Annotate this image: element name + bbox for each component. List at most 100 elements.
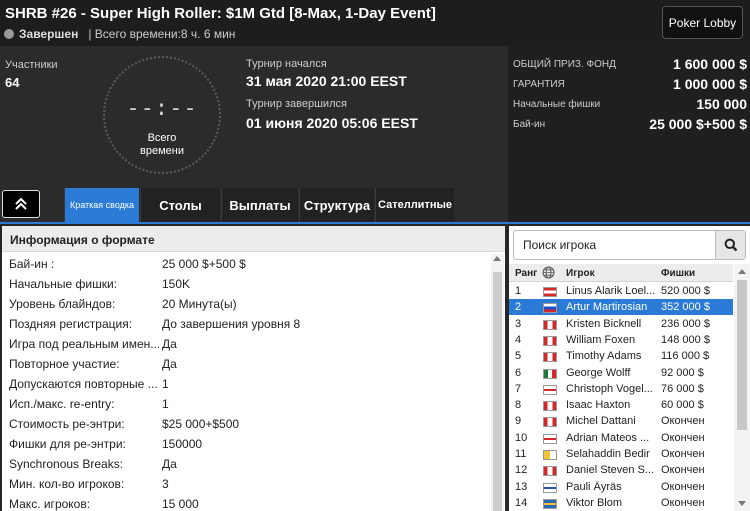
tab-payouts[interactable]: Выплаты (221, 188, 298, 222)
total-time: | Всего времени:8 ч. 6 мин (88, 27, 236, 41)
player-rank: 1 (515, 285, 522, 297)
player-chips: Окончен (661, 496, 705, 509)
player-row[interactable]: 6 George Wolff 92 000 $ (509, 365, 733, 381)
player-row[interactable]: 12 Daniel Steven S... Окончен (509, 462, 733, 478)
player-name: Pauli Äyräs (566, 480, 622, 493)
player-row[interactable]: 10 Adrian Mateos ... Окончен (509, 430, 733, 446)
player-chips: Окончен (661, 480, 705, 493)
player-chips: 520 000 $ (661, 285, 710, 297)
player-rank: 10 (515, 431, 528, 444)
clock-label-line-1: Всего (147, 132, 177, 144)
tab-structure[interactable]: Структура (299, 188, 374, 222)
guarantee-value: 1 000 000 $ (673, 76, 747, 92)
player-rank: 14 (515, 496, 528, 509)
player-rank: 8 (515, 399, 522, 412)
player-search-input[interactable] (514, 231, 714, 259)
player-chips: 352 000 $ (661, 301, 710, 314)
scroll-up-arrow-icon[interactable] (493, 256, 501, 261)
prize-pool-value: 1 600 000 $ (673, 56, 747, 72)
players-scroll-thumb[interactable] (737, 280, 747, 430)
player-search-box (513, 230, 746, 260)
player-row[interactable]: 3 Kristen Bicknell 236 000 $ (509, 316, 733, 332)
status-dot-icon (4, 29, 14, 39)
format-info-panel: Информация о формате Бай-ин : 25 000 $+50… (2, 226, 505, 511)
collapse-button[interactable] (2, 190, 40, 218)
player-rank: 6 (515, 366, 522, 379)
player-name: Daniel Steven S... (566, 464, 655, 477)
player-row[interactable]: 11 Selahaddin Bedir Окончен (509, 446, 733, 462)
column-chips[interactable]: Фишки (661, 268, 695, 279)
format-row: Допускаются повторные ... 1 (2, 374, 490, 394)
player-rank: 12 (515, 464, 528, 477)
player-name: Selahaddin Bedir (566, 448, 650, 460)
tab-summary[interactable]: Краткая сводка (64, 188, 139, 222)
format-value: 150000 (162, 437, 203, 451)
flag-icon (543, 368, 557, 379)
flag-icon (543, 433, 557, 444)
scroll-down-arrow-icon[interactable] (738, 501, 746, 506)
info-band: Участники 64 --:-- Всего времени Турнир … (0, 46, 750, 222)
format-row: Повторное участие: Да (2, 354, 490, 374)
tab-satellites[interactable]: Сателлитные (375, 188, 454, 222)
player-row[interactable]: 4 William Foxen 148 000 $ (509, 332, 733, 348)
player-row[interactable]: 7 Christoph Vogel... 76 000 $ (509, 381, 733, 397)
player-name: Adrian Mateos ... (566, 431, 650, 444)
format-row: Уровень блайндов: 20 Минута(ы) (2, 294, 490, 314)
format-value: $25 000+$500 (162, 417, 240, 431)
players-table-header: Ранг Игрок Фишки (509, 264, 733, 282)
player-chips: 148 000 $ (661, 333, 710, 346)
player-chips: 76 000 $ (661, 382, 704, 395)
format-row: Исп./макс. re-entry: 1 (2, 394, 490, 414)
player-row[interactable]: 14 Viktor Blom Окончен (509, 495, 733, 511)
format-scroll-thumb[interactable] (493, 272, 502, 511)
player-row[interactable]: 13 Pauli Äyräs Окончен (509, 479, 733, 495)
player-chips: 236 000 $ (661, 317, 710, 330)
player-row[interactable]: 9 Michel Dattani Окончен (509, 413, 733, 429)
prize-row: ОБЩИЙ ПРИЗ. ФОНД 1 600 000 $ (513, 56, 747, 74)
buyin-label: Бай-ин (513, 119, 546, 130)
tab-tables[interactable]: Столы (140, 188, 220, 222)
search-button[interactable] (715, 231, 745, 259)
clock-label-line-2: времени (140, 145, 184, 157)
poker-lobby-button[interactable]: Poker Lobby (662, 6, 743, 39)
tournament-title: SHRB #26 - Super High Roller: $1M Gtd [8… (5, 5, 436, 22)
format-row: Игра под реальным имен... Да (2, 334, 490, 354)
column-rank[interactable]: Ранг (515, 268, 537, 279)
clock-dial: --:-- Всего времени (103, 56, 221, 174)
format-row: Synchronous Breaks: Да (2, 454, 490, 474)
player-chips: Окончен (661, 415, 705, 428)
format-scrollbar[interactable] (491, 254, 504, 511)
format-key: Начальные фишки: (9, 277, 118, 291)
player-row[interactable]: 5 Timothy Adams 116 000 $ (509, 348, 733, 364)
flag-icon (543, 482, 557, 493)
column-player[interactable]: Игрок (566, 268, 595, 279)
participants-label: Участники (5, 59, 58, 71)
status-line: Завершен | Всего времени:8 ч. 6 мин (4, 27, 235, 41)
player-rank: 13 (515, 480, 528, 493)
player-rank: 7 (515, 382, 522, 395)
status-text: Завершен (19, 27, 79, 41)
format-key: Поздняя регистрация: (9, 317, 133, 331)
flag-icon (543, 450, 557, 460)
clock-label: Всего времени (105, 132, 219, 158)
format-value: Да (162, 337, 177, 351)
flag-icon (543, 335, 557, 346)
format-key: Бай-ин : (9, 257, 55, 271)
format-value: 15 000 (162, 497, 199, 511)
format-value: До завершения уровня 8 (162, 317, 301, 331)
player-name: Michel Dattani (566, 415, 636, 428)
player-row[interactable]: 8 Isaac Haxton 60 000 $ (509, 397, 733, 413)
player-chips: Окончен (661, 464, 705, 477)
tournament-lobby-window: SHRB #26 - Super High Roller: $1M Gtd [8… (0, 0, 750, 511)
search-icon (724, 238, 737, 252)
participants-value: 64 (5, 75, 20, 90)
format-panel-title: Информация о формате (2, 226, 505, 252)
player-row[interactable]: 1 Linus Alarik Loel... 520 000 $ (509, 283, 733, 299)
tab-underline (0, 222, 750, 224)
players-scrollbar[interactable] (734, 264, 750, 511)
player-row[interactable]: 2 Artur Martirosian 352 000 $ (509, 299, 733, 316)
info-left: Участники 64 --:-- Всего времени Турнир … (0, 46, 507, 222)
globe-icon[interactable] (542, 266, 555, 282)
scroll-up-arrow-icon[interactable] (738, 269, 746, 274)
format-value: 25 000 $+500 $ (162, 257, 246, 271)
